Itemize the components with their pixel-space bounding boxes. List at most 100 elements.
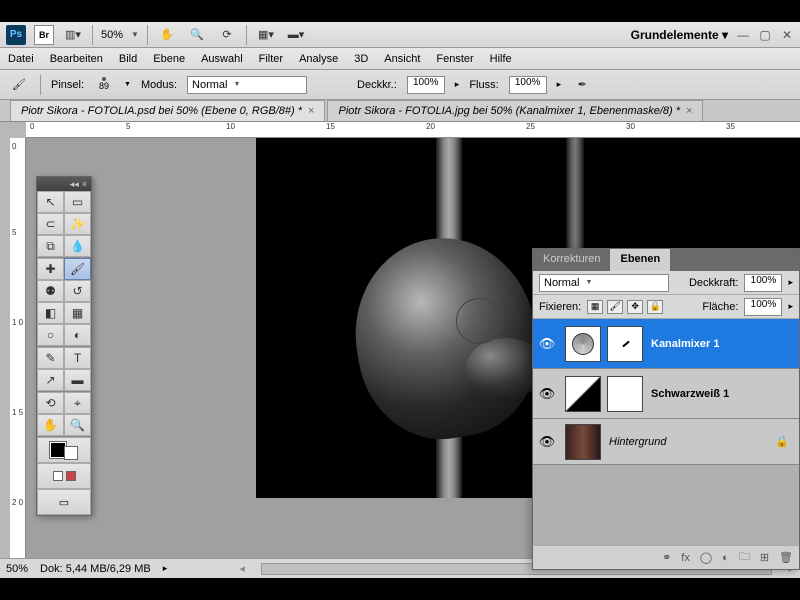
lock-all-icon[interactable]: 🔒 (647, 300, 663, 314)
opacity-input[interactable]: 100% (407, 76, 445, 94)
healing-tool-icon[interactable]: ✚ (37, 258, 64, 280)
pen-tool-icon[interactable]: ✎ (37, 347, 64, 369)
history-brush-icon[interactable]: ↺ (64, 280, 91, 302)
hand-tool-icon[interactable]: ✋ (156, 25, 178, 45)
zoom-status[interactable]: 50% (6, 563, 28, 575)
visibility-icon[interactable]: 👁 (533, 434, 561, 450)
layer-row[interactable]: 👁 Schwarzweiß 1 (533, 369, 799, 419)
layers-panel: Korrekturen Ebenen Normal Deckkraft: 100… (532, 248, 800, 570)
tab-corrections[interactable]: Korrekturen (533, 249, 610, 271)
group-icon[interactable]: 🗀 (739, 548, 750, 567)
lock-position-icon[interactable]: ✥ (627, 300, 643, 314)
arrange-dropdown[interactable]: ▦▾ (255, 25, 277, 45)
lock-icon: 🔒 (775, 435, 789, 448)
hand-tool-icon[interactable]: ✋ (37, 414, 64, 436)
layer-row[interactable]: 👁 Hintergrund 🔒 (533, 419, 799, 465)
blur-tool-icon[interactable]: ○ (37, 324, 64, 346)
shape-tool-icon[interactable]: ▬ (64, 369, 91, 391)
brush-tool-icon[interactable]: 🖌 (64, 258, 91, 280)
visibility-icon[interactable]: 👁 (533, 386, 561, 402)
app-icon: Ps (6, 25, 26, 45)
adjustment-layer-icon[interactable]: ◐ (722, 552, 729, 564)
adjustment-thumb-icon[interactable] (565, 376, 601, 412)
mode-dropdown[interactable]: Normal (187, 76, 307, 94)
menu-filter[interactable]: Filter (259, 53, 283, 65)
ruler-horizontal[interactable]: 0 5 10 15 20 25 30 35 (26, 122, 800, 138)
lock-label: Fixieren: (539, 301, 581, 313)
tab-layers[interactable]: Ebenen (610, 249, 670, 271)
type-tool-icon[interactable]: T (64, 347, 91, 369)
menubar: Datei Bearbeiten Bild Ebene Auswahl Filt… (0, 48, 800, 70)
blend-mode-dropdown[interactable]: Normal (539, 274, 669, 292)
stamp-tool-icon[interactable]: ⚉ (37, 280, 64, 302)
menu-bild[interactable]: Bild (119, 53, 137, 65)
minimize-button[interactable]: — (736, 28, 750, 42)
menu-ansicht[interactable]: Ansicht (384, 53, 420, 65)
eyedropper-tool-icon[interactable]: 💧 (64, 235, 91, 257)
new-layer-icon[interactable]: ⊞ (760, 551, 769, 564)
menu-analyse[interactable]: Analyse (299, 53, 338, 65)
opacity-label: Deckkraft: (689, 277, 739, 289)
quick-mask[interactable] (37, 463, 91, 489)
doc-size-status[interactable]: Dok: 5,44 MB/6,29 MB (40, 563, 151, 575)
layer-style-icon[interactable]: fx (681, 552, 690, 564)
flow-input[interactable]: 100% (509, 76, 547, 94)
close-button[interactable]: ✕ (780, 28, 794, 42)
move-tool-icon[interactable]: ↖ (37, 191, 64, 213)
3d-tool-icon[interactable]: ⟲ (37, 392, 64, 414)
dodge-tool-icon[interactable]: ◐ (64, 324, 91, 346)
workspace-switcher[interactable]: Grundelemente ▾ (631, 28, 728, 42)
lock-pixels-icon[interactable]: 🖌 (607, 300, 623, 314)
eraser-tool-icon[interactable]: ◧ (37, 302, 64, 324)
zoom-tool-icon[interactable]: 🔍 (186, 25, 208, 45)
layer-fill-input[interactable]: 100% (744, 298, 782, 316)
menu-ebene[interactable]: Ebene (153, 53, 185, 65)
brush-tool-icon[interactable]: 🖌 (8, 75, 30, 95)
layout-dropdown[interactable]: ▥▾ (62, 25, 84, 45)
menu-hilfe[interactable]: Hilfe (490, 53, 512, 65)
layer-row[interactable]: 👁 Kanalmixer 1 (533, 319, 799, 369)
visibility-icon[interactable]: 👁 (533, 336, 561, 352)
color-swatches[interactable] (37, 437, 91, 463)
rotate-view-icon[interactable]: ⟳ (216, 25, 238, 45)
delete-layer-icon[interactable]: 🗑 (779, 551, 793, 564)
link-layers-icon[interactable]: ⚭ (662, 551, 671, 564)
wand-tool-icon[interactable]: ✨ (64, 213, 91, 235)
screen-mode-dropdown[interactable]: ▬▾ (285, 25, 307, 45)
menu-auswahl[interactable]: Auswahl (201, 53, 243, 65)
lock-transparent-icon[interactable]: ▦ (587, 300, 603, 314)
doc-tab-1[interactable]: Piotr Sikora - FOTOLIA.psd bei 50% (Eben… (10, 100, 325, 121)
close-icon[interactable]: × (686, 105, 692, 117)
flow-label: Fluss: (469, 79, 498, 91)
zoom-tool-icon[interactable]: 🔍 (64, 414, 91, 436)
layer-thumb-icon[interactable] (565, 424, 601, 460)
close-icon[interactable]: × (308, 105, 314, 117)
lasso-tool-icon[interactable]: ⊂ (37, 213, 64, 235)
path-select-icon[interactable]: ↗ (37, 369, 64, 391)
airbrush-icon[interactable]: ✒ (571, 75, 593, 95)
lock-buttons: ▦ 🖌 ✥ 🔒 (587, 300, 663, 314)
brush-preview[interactable]: 89 (94, 75, 114, 95)
menu-datei[interactable]: Datei (8, 53, 34, 65)
maximize-button[interactable]: ▢ (758, 28, 772, 42)
gradient-tool-icon[interactable]: ▦ (64, 302, 91, 324)
menu-fenster[interactable]: Fenster (436, 53, 473, 65)
ruler-vertical[interactable]: 0 5 1 0 1 5 2 0 (10, 138, 26, 558)
adjustment-thumb-icon[interactable] (565, 326, 601, 362)
bridge-icon[interactable]: Br (34, 25, 54, 45)
doc-tab-2[interactable]: Piotr Sikora - FOTOLIA.jpg bei 50% (Kana… (327, 100, 703, 121)
brush-label: Pinsel: (51, 79, 84, 91)
zoom-display[interactable]: 50% (101, 29, 123, 41)
marquee-tool-icon[interactable]: ▭ (64, 191, 91, 213)
mask-thumb-icon[interactable] (607, 376, 643, 412)
fill-label: Fläche: (702, 301, 738, 313)
menu-3d[interactable]: 3D (354, 53, 368, 65)
layer-opacity-input[interactable]: 100% (744, 274, 782, 292)
screen-mode-button[interactable]: ▭ (37, 489, 91, 515)
layer-mask-icon[interactable]: ◯ (700, 551, 712, 564)
3d-camera-icon[interactable]: ⌖ (64, 392, 91, 414)
mask-thumb-icon[interactable] (607, 326, 643, 362)
crop-tool-icon[interactable]: ⧉ (37, 235, 64, 257)
toolbox-header[interactable]: ◂◂× (37, 177, 91, 191)
menu-bearbeiten[interactable]: Bearbeiten (50, 53, 103, 65)
